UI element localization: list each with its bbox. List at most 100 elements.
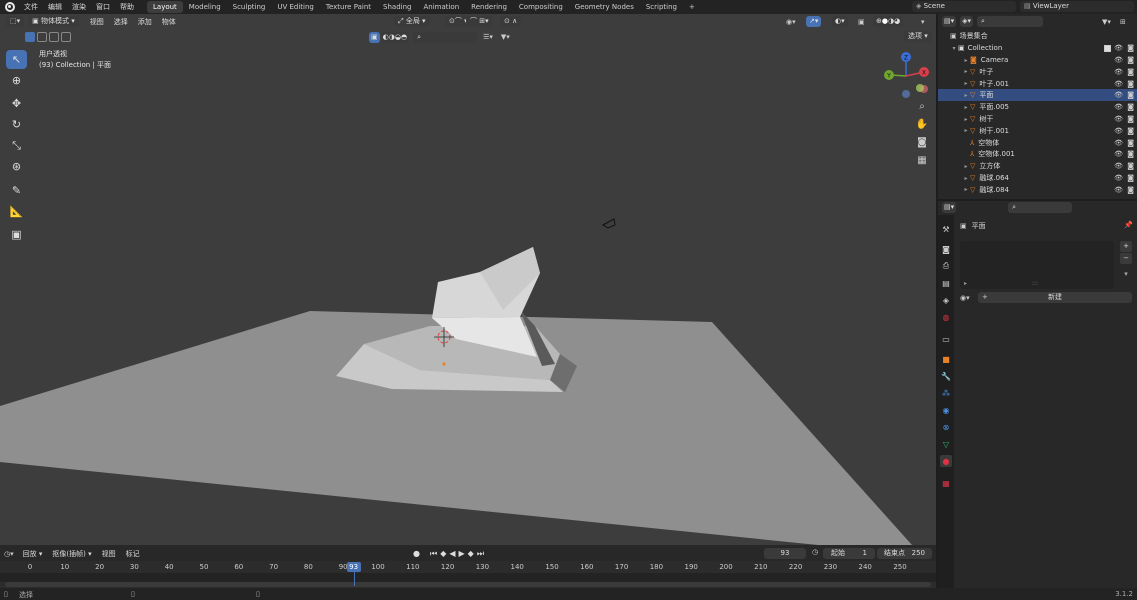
eye-icon[interactable]: 👁: [1114, 103, 1123, 111]
add-cube-tool[interactable]: ▣: [6, 225, 27, 244]
scene-tab-icon[interactable]: ◈: [940, 294, 952, 306]
eye-icon[interactable]: 👁: [1114, 68, 1123, 76]
3d-viewport[interactable]: ⬚▾ ▣ 物体模式 ▾ 视图 选择 添加 物体 ⤢ 全局 ▾ ⊙⌒ ▾ ⌒ ⊞▾…: [0, 14, 936, 545]
annotate-tool[interactable]: ✎: [6, 181, 27, 200]
expand-triangle-icon[interactable]: ▸: [962, 127, 970, 134]
workspace-tab-shading[interactable]: Shading: [377, 1, 417, 13]
rendered-shading-icon[interactable]: ◕: [894, 17, 900, 25]
visibility-icon[interactable]: ◉▾: [786, 18, 796, 26]
new-material-button[interactable]: + 新建: [978, 292, 1132, 303]
filter-icon[interactable]: ▼▾: [501, 33, 510, 41]
add-workspace-button[interactable]: +: [683, 1, 701, 13]
new-collection-icon[interactable]: ⊞: [1120, 18, 1126, 26]
add-slot-button[interactable]: +: [1120, 241, 1132, 252]
jump-end-icon[interactable]: ⏭: [477, 549, 484, 559]
workspace-tab-sculpting[interactable]: Sculpting: [227, 1, 272, 13]
render-camera-icon[interactable]: ◙: [1127, 44, 1134, 52]
outliner-item-row[interactable]: ▸ ▽ 叶子 👁 ◙: [938, 66, 1137, 78]
keyframe-track[interactable]: [0, 573, 936, 582]
mode-selector[interactable]: ▣ 物体模式 ▾: [28, 16, 79, 27]
eye-icon[interactable]: 👁: [1114, 139, 1123, 147]
physics-tab-icon[interactable]: ◉: [940, 404, 952, 416]
proportional-edit-toggle[interactable]: ⊙ ∧: [500, 16, 522, 27]
outliner-item-row[interactable]: ▸ ▽ 树干.001 👁 ◙: [938, 125, 1137, 137]
select-box-tool[interactable]: ↖: [6, 50, 27, 69]
menu-window[interactable]: 窗口: [91, 2, 115, 12]
options-menu[interactable]: 选项 ▾: [904, 31, 932, 42]
eye-icon[interactable]: 👁: [1114, 174, 1123, 182]
current-frame-field[interactable]: 93: [764, 548, 806, 559]
view-layer-tab-icon[interactable]: ▤: [940, 277, 952, 289]
object-tab-icon[interactable]: ■: [940, 353, 952, 365]
view-layer-selector[interactable]: ▤ ViewLayer: [1020, 1, 1134, 12]
eye-icon[interactable]: 👁: [1114, 56, 1123, 64]
outliner-item-row[interactable]: ▸ ▽ 平面 👁 ◙: [938, 89, 1137, 102]
transform-tool[interactable]: ⊛: [6, 157, 27, 176]
viewport-menu-object[interactable]: 物体: [157, 17, 181, 27]
outliner-item-row[interactable]: ⅄ 空物体 👁 ◙: [938, 137, 1137, 149]
outliner-collection[interactable]: ▾ ▣ Collection 👁 ◙: [938, 42, 1137, 54]
outliner-filter-icon[interactable]: ▼▾: [1102, 18, 1111, 26]
display-mode-icon[interactable]: ◈▾: [960, 16, 974, 27]
workspace-tab-geometry-nodes[interactable]: Geometry Nodes: [569, 1, 640, 13]
orientation-selector[interactable]: ⤢ 全局 ▾: [394, 16, 430, 27]
select-intersect-icon[interactable]: [61, 32, 71, 42]
outliner-search-input[interactable]: ⌕: [977, 16, 1044, 27]
next-keyframe-icon[interactable]: ◆: [468, 549, 474, 558]
collection-checkbox[interactable]: [1104, 44, 1111, 52]
expand-triangle-icon[interactable]: ▾: [950, 45, 958, 52]
timeline-menu-playback[interactable]: 回放 ▾: [18, 549, 48, 559]
filter-mesh-icon[interactable]: ▣: [369, 31, 380, 43]
workspace-tab-modeling[interactable]: Modeling: [183, 1, 227, 13]
camera-view-icon[interactable]: ◙: [914, 134, 930, 150]
outliner-editor-type-icon[interactable]: ▤▾: [942, 16, 957, 27]
timeline-menu-marker[interactable]: 标记: [121, 549, 145, 559]
render-camera-icon[interactable]: ◙: [1127, 103, 1134, 111]
expand-triangle-icon[interactable]: ▸: [962, 68, 970, 75]
viewport-menu-view[interactable]: 视图: [85, 17, 109, 27]
outliner-item-row[interactable]: ▸ ◙ Camera 👁 ◙: [938, 54, 1137, 66]
slot-menu-icon[interactable]: ▾: [1120, 269, 1132, 280]
render-camera-icon[interactable]: ◙: [1127, 80, 1134, 88]
expand-triangle-icon[interactable]: ▸: [962, 104, 970, 111]
move-tool[interactable]: ✥: [6, 94, 27, 113]
outliner-item-row[interactable]: ⅄ 空物体.001 👁 ◙: [938, 148, 1137, 160]
output-tab-icon[interactable]: ⎙: [940, 260, 952, 272]
cursor-tool[interactable]: ⊕: [6, 71, 27, 90]
collection-tab-icon[interactable]: ▭: [940, 333, 952, 345]
gizmo-neg-y[interactable]: [916, 84, 924, 92]
select-subtract-icon[interactable]: [49, 32, 59, 42]
outliner-item-row[interactable]: ▸ ▽ 叶子.001 👁 ◙: [938, 78, 1137, 90]
eye-icon[interactable]: 👁: [1114, 91, 1123, 99]
scene-selector[interactable]: ◈ Scene: [912, 1, 1016, 12]
tool-tab-icon[interactable]: ⚒: [940, 223, 952, 235]
rotate-tool[interactable]: ↻: [6, 115, 27, 134]
render-tab-icon[interactable]: ◙: [940, 243, 952, 255]
workspace-tab-scripting[interactable]: Scripting: [640, 1, 683, 13]
expand-triangle-icon[interactable]: ▸: [962, 186, 970, 193]
render-camera-icon[interactable]: ◙: [1127, 91, 1134, 99]
workspace-tab-rendering[interactable]: Rendering: [465, 1, 513, 13]
workspace-tab-uv-editing[interactable]: UV Editing: [271, 1, 320, 13]
remove-slot-button[interactable]: −: [1120, 253, 1132, 264]
expand-triangle-icon[interactable]: ▸: [962, 80, 970, 87]
eye-icon[interactable]: 👁: [1114, 115, 1123, 123]
preview-range-icon[interactable]: ◷: [812, 548, 818, 556]
render-camera-icon[interactable]: ◙: [1127, 56, 1134, 64]
constraints-tab-icon[interactable]: ⊗: [940, 421, 952, 433]
modifier-tab-icon[interactable]: 🔧: [940, 370, 952, 382]
outliner-item-row[interactable]: ▸ ▽ 立方体 👁 ◙: [938, 160, 1137, 172]
select-new-icon[interactable]: [25, 32, 35, 42]
render-camera-icon[interactable]: ◙: [1127, 127, 1134, 135]
properties-search-input[interactable]: ⌕: [1008, 202, 1073, 213]
properties-editor-type-icon[interactable]: ▤▾: [942, 202, 957, 213]
workspace-tab-layout[interactable]: Layout: [147, 1, 183, 13]
world-tab-icon[interactable]: ◍: [940, 311, 952, 323]
zoom-icon[interactable]: ⌕: [914, 98, 930, 114]
material-slot-list[interactable]: ▸ :::: [960, 241, 1114, 289]
render-camera-icon[interactable]: ◙: [1127, 186, 1134, 194]
render-camera-icon[interactable]: ◙: [1127, 162, 1134, 170]
viewport-menu-select[interactable]: 选择: [109, 17, 133, 27]
outliner-item-row[interactable]: ▸ ▽ 树干 👁 ◙: [938, 113, 1137, 125]
outliner-scene-collection[interactable]: ▣ 场景集合: [938, 30, 1137, 42]
